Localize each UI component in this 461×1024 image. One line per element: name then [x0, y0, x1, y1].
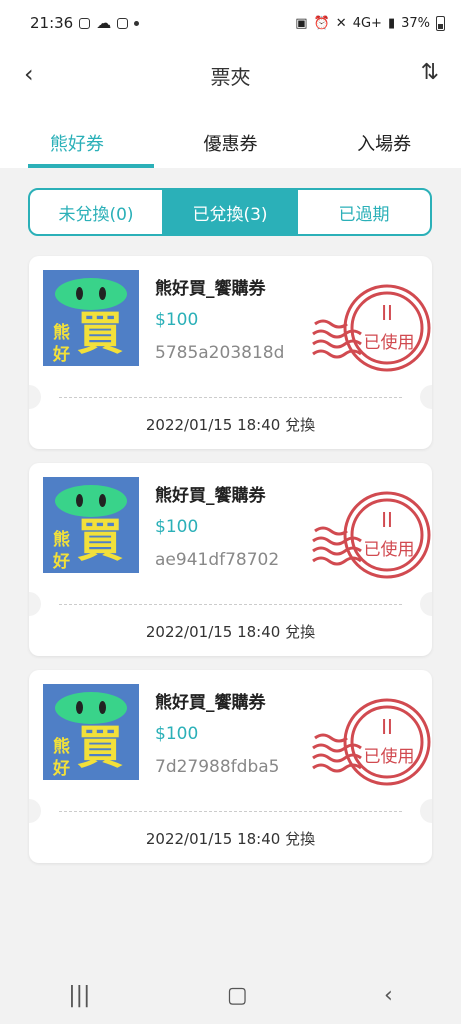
tab-bear-coupon[interactable]: 熊好券 [0, 104, 154, 168]
segment-expired[interactable]: 已過期 [298, 190, 430, 234]
lock-icon: ▣ [295, 15, 308, 31]
system-nav-bar: ||| ▢ ‹ [0, 966, 461, 1024]
status-segmented-control: 未兌換(0) 已兌換(3) 已過期 [28, 188, 432, 236]
coupon-price: $100 [155, 724, 199, 744]
tab-discount-coupon[interactable]: 優惠券 [154, 104, 308, 168]
coupon-code: 5785a203818d [155, 343, 285, 363]
thumb-char: 好 [53, 759, 70, 779]
coupon-card[interactable]: 熊 好 買 熊好買_饗購券 $100 5785a203818d ⅠⅠ 已使用 2… [29, 256, 432, 449]
coupon-price: $100 [155, 310, 199, 330]
coupon-card[interactable]: 熊 好 買 熊好買_饗購券 $100 ae941df78702 ⅠⅠ 已使用 2… [29, 463, 432, 656]
used-stamp-icon: ⅠⅠ 已使用 [312, 698, 431, 786]
dashed-divider [59, 811, 402, 812]
instagram-icon [79, 17, 91, 29]
dashed-divider [59, 604, 402, 605]
sort-icon[interactable]: ⇅ [421, 60, 439, 85]
coupon-name: 熊好買_饗購券 [155, 486, 266, 506]
dashed-divider [59, 397, 402, 398]
app-bar: ‹ 票夾 ⇅ [0, 46, 461, 104]
svg-text:ⅠⅠ: ⅠⅠ [381, 301, 393, 325]
status-bar: 21:36 ☁ ▣ ⏰ ✕ 4G+ ▮ 37% [0, 0, 461, 46]
stamp-text: 已使用 [364, 539, 415, 560]
thumb-char-big: 買 [77, 306, 123, 360]
thumb-char: 好 [53, 552, 70, 572]
alarm-icon: ⏰ [313, 15, 330, 31]
stamp-text: 已使用 [364, 332, 415, 353]
thumb-char-big: 買 [77, 513, 123, 567]
notification-dot-icon [134, 20, 140, 26]
stamp-text: 已使用 [364, 746, 415, 767]
segment-unredeemed[interactable]: 未兌換(0) [30, 190, 164, 234]
coupon-code: ae941df78702 [155, 550, 280, 570]
status-time: 21:36 [30, 14, 74, 32]
coupon-card[interactable]: 熊 好 買 熊好買_饗購券 $100 7d27988fdba5 ⅠⅠ 已使用 2… [29, 670, 432, 863]
svg-text:ⅠⅠ: ⅠⅠ [381, 508, 393, 532]
home-icon[interactable]: ▢ [227, 983, 248, 1008]
cloud-icon: ☁ [96, 14, 112, 32]
page-title: 票夾 [210, 64, 251, 89]
instagram-icon [117, 17, 129, 29]
coupon-name: 熊好買_饗購券 [155, 279, 266, 299]
back-icon[interactable]: ‹ [24, 60, 34, 88]
signal-icon: ▮ [387, 15, 396, 31]
recent-apps-icon[interactable]: ||| [68, 983, 90, 1008]
battery-icon [436, 15, 445, 31]
network-label: 4G+ [352, 15, 382, 31]
coupon-code: 7d27988fdba5 [155, 757, 280, 777]
redeem-time: 2022/01/15 18:40 兌換 [145, 830, 316, 848]
coupon-thumbnail: 熊 好 買 [43, 477, 139, 573]
thumb-char: 好 [53, 345, 70, 365]
svg-text:ⅠⅠ: ⅠⅠ [381, 715, 393, 739]
redeem-time: 2022/01/15 18:40 兌換 [145, 623, 316, 641]
tab-admission-ticket[interactable]: 入場券 [307, 104, 461, 168]
redeem-time: 2022/01/15 18:40 兌換 [145, 416, 316, 434]
segment-redeemed[interactable]: 已兌換(3) [164, 190, 298, 234]
used-stamp-icon: ⅠⅠ 已使用 [312, 284, 431, 372]
coupon-thumbnail: 熊 好 買 [43, 270, 139, 366]
battery-percent: 37% [401, 15, 430, 31]
thumb-char-big: 買 [77, 720, 123, 774]
coupon-price: $100 [155, 517, 199, 537]
back-nav-icon[interactable]: ‹ [384, 983, 393, 1008]
used-stamp-icon: ⅠⅠ 已使用 [312, 491, 431, 579]
top-tabs: 熊好券 優惠券 入場券 [0, 104, 461, 168]
mute-icon: ✕ [335, 15, 347, 31]
coupon-thumbnail: 熊 好 買 [43, 684, 139, 780]
coupon-name: 熊好買_饗購券 [155, 693, 266, 713]
